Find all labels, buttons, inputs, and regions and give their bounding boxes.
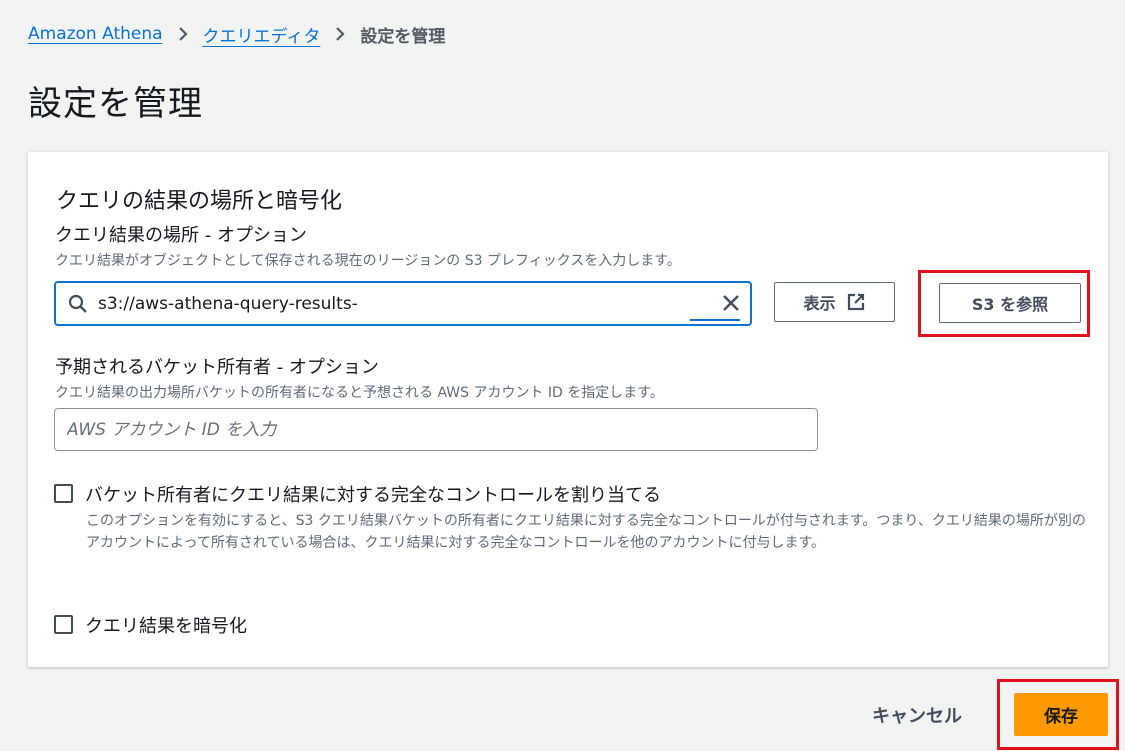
- breadcrumb: Amazon Athena クエリエディタ 設定を管理: [28, 22, 446, 47]
- full-control-label[interactable]: バケット所有者にクエリ結果に対する完全なコントロールを割り当てる: [85, 481, 661, 507]
- section-title: クエリの結果の場所と暗号化: [56, 189, 343, 214]
- encrypt-label[interactable]: クエリ結果を暗号化: [85, 612, 247, 638]
- aws-account-id-field[interactable]: [67, 419, 805, 440]
- full-control-option[interactable]: バケット所有者にクエリ結果に対する完全なコントロールを割り当てる: [54, 481, 661, 507]
- expected-bucket-owner-label: 予期されるバケット所有者 - オプション: [55, 357, 379, 378]
- cancel-button[interactable]: キャンセル: [872, 700, 962, 730]
- full-control-checkbox[interactable]: [54, 484, 73, 503]
- breadcrumb-query-editor[interactable]: クエリエディタ: [203, 22, 321, 47]
- input-caret-line: [690, 319, 740, 321]
- external-link-icon: [846, 292, 866, 312]
- chevron-right-icon: [177, 26, 189, 42]
- breadcrumb-amazon-athena[interactable]: Amazon Athena: [28, 24, 163, 44]
- query-result-settings-panel: クエリの結果の場所と暗号化 クエリ結果の場所 - オプション クエリ結果がオブジ…: [28, 152, 1108, 667]
- highlight-box: [918, 270, 1090, 337]
- expected-bucket-owner-input[interactable]: [54, 408, 818, 451]
- breadcrumb-current: 設定を管理: [360, 26, 446, 47]
- encrypt-option[interactable]: クエリ結果を暗号化: [54, 612, 247, 638]
- full-control-description: このオプションを有効にすると、S3 クエリ結果バケットの所有者にクエリ結果に対す…: [86, 513, 1086, 551]
- search-icon: [68, 294, 88, 314]
- chevron-right-icon: [334, 26, 346, 42]
- query-result-location-description: クエリ結果がオブジェクトとして保存される現在のリージョンの S3 プレフィックス…: [55, 253, 681, 269]
- highlight-box: [997, 679, 1119, 750]
- query-result-location-label: クエリ結果の場所 - オプション: [55, 225, 307, 246]
- query-result-location-input[interactable]: [54, 281, 752, 326]
- settings-page: Amazon Athena クエリエディタ 設定を管理 設定を管理 クエリの結果…: [0, 0, 1125, 751]
- clear-icon[interactable]: [720, 292, 742, 314]
- query-result-location-field[interactable]: [98, 289, 363, 318]
- page-title: 設定を管理: [28, 84, 203, 124]
- view-button-label: 表示: [803, 294, 836, 313]
- view-button[interactable]: 表示: [774, 282, 895, 322]
- expected-bucket-owner-description: クエリ結果の出力場所バケットの所有者になると予想される AWS アカウント ID…: [55, 385, 664, 401]
- encrypt-checkbox[interactable]: [54, 615, 73, 634]
